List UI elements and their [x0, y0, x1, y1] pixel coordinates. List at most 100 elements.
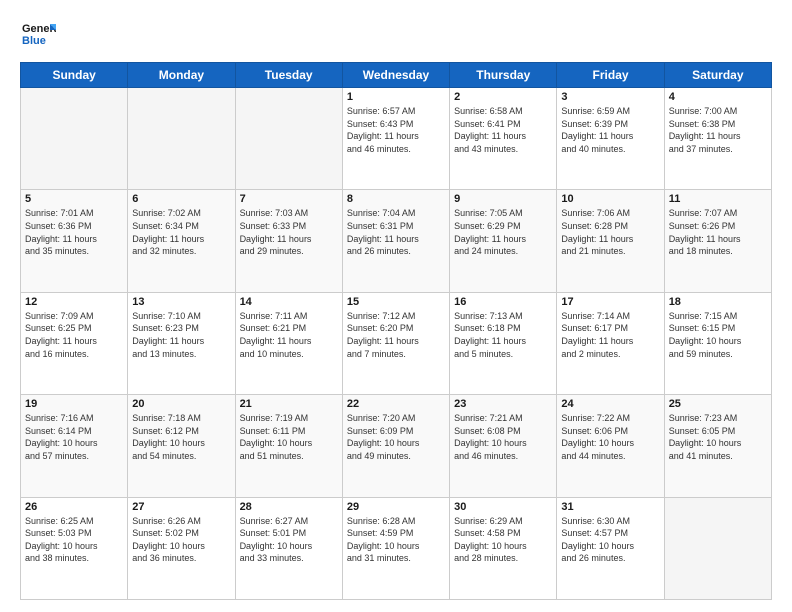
- day-info: Sunrise: 7:05 AM Sunset: 6:29 PM Dayligh…: [454, 207, 552, 257]
- day-number: 19: [25, 398, 123, 410]
- day-number: 15: [347, 296, 445, 308]
- day-info: Sunrise: 7:01 AM Sunset: 6:36 PM Dayligh…: [25, 207, 123, 257]
- day-number: 31: [561, 501, 659, 513]
- week-row-2: 5 Sunrise: 7:01 AM Sunset: 6:36 PM Daylig…: [21, 190, 772, 292]
- weekday-header-thursday: Thursday: [450, 63, 557, 88]
- day-info: Sunrise: 7:10 AM Sunset: 6:23 PM Dayligh…: [132, 310, 230, 360]
- day-info: Sunrise: 6:57 AM Sunset: 6:43 PM Dayligh…: [347, 105, 445, 155]
- calendar-cell: [128, 88, 235, 190]
- calendar-cell: 30Sunrise: 6:29 AM Sunset: 4:58 PM Dayli…: [450, 497, 557, 599]
- day-info: Sunrise: 6:59 AM Sunset: 6:39 PM Dayligh…: [561, 105, 659, 155]
- header: General Blue: [20, 16, 772, 52]
- week-row-5: 26 Sunrise: 6:25 AM Sunset: 5:03 PM Dayli…: [21, 497, 772, 599]
- day-number: 2: [454, 91, 552, 103]
- calendar-cell: 19 Sunrise: 7:16 AM Sunset: 6:14 PM Dayli…: [21, 395, 128, 497]
- calendar-cell: 18 Sunrise: 7:15 AM Sunset: 6:15 PM Dayli…: [664, 292, 771, 394]
- calendar-cell: 17Sunrise: 7:14 AM Sunset: 6:17 PM Dayli…: [557, 292, 664, 394]
- calendar-cell: 10 Sunrise: 7:06 AM Sunset: 6:28 PM Dayli…: [557, 190, 664, 292]
- day-info: Sunrise: 6:30 AM Sunset: 4:57 PM Dayligh…: [561, 515, 659, 565]
- calendar-cell: 14Sunrise: 7:11 AM Sunset: 6:21 PM Dayli…: [235, 292, 342, 394]
- day-info: Sunrise: 6:26 AM Sunset: 5:02 PM Dayligh…: [132, 515, 230, 565]
- calendar-cell: 5 Sunrise: 7:01 AM Sunset: 6:36 PM Daylig…: [21, 190, 128, 292]
- day-info: Sunrise: 6:58 AM Sunset: 6:41 PM Dayligh…: [454, 105, 552, 155]
- day-info: Sunrise: 7:14 AM Sunset: 6:17 PM Dayligh…: [561, 310, 659, 360]
- calendar-cell: [21, 88, 128, 190]
- day-number: 27: [132, 501, 230, 513]
- calendar-cell: 12 Sunrise: 7:09 AM Sunset: 6:25 PM Dayli…: [21, 292, 128, 394]
- calendar-cell: 21 Sunrise: 7:19 AM Sunset: 6:11 PM Dayli…: [235, 395, 342, 497]
- calendar-cell: [235, 88, 342, 190]
- day-info: Sunrise: 7:21 AM Sunset: 6:08 PM Dayligh…: [454, 412, 552, 462]
- calendar-cell: 8Sunrise: 7:04 AM Sunset: 6:31 PM Daylig…: [342, 190, 449, 292]
- day-info: Sunrise: 7:07 AM Sunset: 6:26 PM Dayligh…: [669, 207, 767, 257]
- day-number: 13: [132, 296, 230, 308]
- page: General Blue SundayMondayTuesdayWednesda…: [0, 0, 792, 612]
- calendar-cell: 11Sunrise: 7:07 AM Sunset: 6:26 PM Dayli…: [664, 190, 771, 292]
- calendar-cell: 20 Sunrise: 7:18 AM Sunset: 6:12 PM Dayli…: [128, 395, 235, 497]
- calendar-cell: 7 Sunrise: 7:03 AM Sunset: 6:33 PM Daylig…: [235, 190, 342, 292]
- week-row-4: 19 Sunrise: 7:16 AM Sunset: 6:14 PM Dayli…: [21, 395, 772, 497]
- day-number: 9: [454, 193, 552, 205]
- day-info: Sunrise: 6:27 AM Sunset: 5:01 PM Dayligh…: [240, 515, 338, 565]
- calendar-cell: 9 Sunrise: 7:05 AM Sunset: 6:29 PM Daylig…: [450, 190, 557, 292]
- day-number: 3: [561, 91, 659, 103]
- day-number: 4: [669, 91, 767, 103]
- calendar-cell: 24 Sunrise: 7:22 AM Sunset: 6:06 PM Dayli…: [557, 395, 664, 497]
- calendar-cell: 13 Sunrise: 7:10 AM Sunset: 6:23 PM Dayli…: [128, 292, 235, 394]
- day-number: 25: [669, 398, 767, 410]
- calendar-cell: 31 Sunrise: 6:30 AM Sunset: 4:57 PM Dayli…: [557, 497, 664, 599]
- day-info: Sunrise: 7:22 AM Sunset: 6:06 PM Dayligh…: [561, 412, 659, 462]
- day-number: 26: [25, 501, 123, 513]
- day-info: Sunrise: 7:23 AM Sunset: 6:05 PM Dayligh…: [669, 412, 767, 462]
- day-info: Sunrise: 6:25 AM Sunset: 5:03 PM Dayligh…: [25, 515, 123, 565]
- day-info: Sunrise: 7:16 AM Sunset: 6:14 PM Dayligh…: [25, 412, 123, 462]
- day-number: 30: [454, 501, 552, 513]
- calendar-cell: 27 Sunrise: 6:26 AM Sunset: 5:02 PM Dayli…: [128, 497, 235, 599]
- calendar-cell: 22 Sunrise: 7:20 AM Sunset: 6:09 PM Dayli…: [342, 395, 449, 497]
- day-info: Sunrise: 7:06 AM Sunset: 6:28 PM Dayligh…: [561, 207, 659, 257]
- calendar-cell: 26 Sunrise: 6:25 AM Sunset: 5:03 PM Dayli…: [21, 497, 128, 599]
- day-info: Sunrise: 7:13 AM Sunset: 6:18 PM Dayligh…: [454, 310, 552, 360]
- day-info: Sunrise: 7:12 AM Sunset: 6:20 PM Dayligh…: [347, 310, 445, 360]
- day-info: Sunrise: 7:02 AM Sunset: 6:34 PM Dayligh…: [132, 207, 230, 257]
- day-number: 6: [132, 193, 230, 205]
- day-info: Sunrise: 7:15 AM Sunset: 6:15 PM Dayligh…: [669, 310, 767, 360]
- calendar-cell: 29Sunrise: 6:28 AM Sunset: 4:59 PM Dayli…: [342, 497, 449, 599]
- calendar-cell: 28 Sunrise: 6:27 AM Sunset: 5:01 PM Dayli…: [235, 497, 342, 599]
- day-number: 29: [347, 501, 445, 513]
- day-number: 20: [132, 398, 230, 410]
- calendar-cell: 3 Sunrise: 6:59 AM Sunset: 6:39 PM Daylig…: [557, 88, 664, 190]
- day-number: 10: [561, 193, 659, 205]
- day-number: 23: [454, 398, 552, 410]
- weekday-header-friday: Friday: [557, 63, 664, 88]
- day-number: 12: [25, 296, 123, 308]
- calendar-cell: 25 Sunrise: 7:23 AM Sunset: 6:05 PM Dayli…: [664, 395, 771, 497]
- calendar-cell: 23 Sunrise: 7:21 AM Sunset: 6:08 PM Dayli…: [450, 395, 557, 497]
- weekday-header-tuesday: Tuesday: [235, 63, 342, 88]
- calendar-cell: 15 Sunrise: 7:12 AM Sunset: 6:20 PM Dayli…: [342, 292, 449, 394]
- calendar-cell: 1 Sunrise: 6:57 AM Sunset: 6:43 PM Daylig…: [342, 88, 449, 190]
- day-number: 18: [669, 296, 767, 308]
- svg-text:Blue: Blue: [22, 35, 46, 47]
- day-info: Sunrise: 7:18 AM Sunset: 6:12 PM Dayligh…: [132, 412, 230, 462]
- weekday-header-saturday: Saturday: [664, 63, 771, 88]
- day-number: 5: [25, 193, 123, 205]
- day-number: 1: [347, 91, 445, 103]
- day-info: Sunrise: 7:20 AM Sunset: 6:09 PM Dayligh…: [347, 412, 445, 462]
- day-number: 14: [240, 296, 338, 308]
- day-number: 8: [347, 193, 445, 205]
- logo: General Blue: [20, 16, 56, 52]
- day-number: 24: [561, 398, 659, 410]
- weekday-header-wednesday: Wednesday: [342, 63, 449, 88]
- day-info: Sunrise: 7:09 AM Sunset: 6:25 PM Dayligh…: [25, 310, 123, 360]
- day-number: 28: [240, 501, 338, 513]
- day-info: Sunrise: 7:00 AM Sunset: 6:38 PM Dayligh…: [669, 105, 767, 155]
- day-info: Sunrise: 7:19 AM Sunset: 6:11 PM Dayligh…: [240, 412, 338, 462]
- week-row-1: 1 Sunrise: 6:57 AM Sunset: 6:43 PM Daylig…: [21, 88, 772, 190]
- day-number: 22: [347, 398, 445, 410]
- calendar-cell: 6 Sunrise: 7:02 AM Sunset: 6:34 PM Daylig…: [128, 190, 235, 292]
- day-number: 21: [240, 398, 338, 410]
- day-number: 7: [240, 193, 338, 205]
- day-info: Sunrise: 7:03 AM Sunset: 6:33 PM Dayligh…: [240, 207, 338, 257]
- calendar-cell: [664, 497, 771, 599]
